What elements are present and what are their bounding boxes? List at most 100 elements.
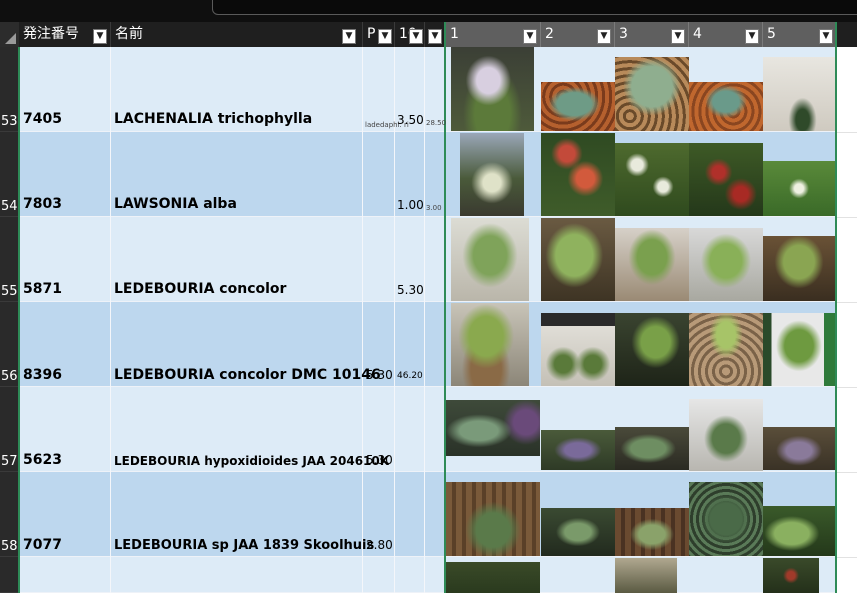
plant-photo[interactable]: [689, 399, 763, 471]
plant-photo[interactable]: [541, 430, 615, 470]
row-header[interactable]: [0, 557, 19, 593]
row-header[interactable]: 54: [0, 132, 19, 217]
order-number: 7803: [23, 196, 62, 212]
gridline: [837, 217, 857, 218]
plant-photo[interactable]: [763, 506, 835, 556]
gridline: [837, 387, 857, 388]
price-10: 5.30: [397, 283, 424, 297]
plant-photo[interactable]: [615, 228, 689, 301]
price-p: 5.30: [366, 453, 393, 467]
column-header-label: 4: [693, 26, 702, 42]
price-extra: 3.00: [426, 204, 442, 212]
gridline: [837, 472, 857, 473]
select-all-corner-icon[interactable]: [0, 22, 19, 47]
filter-dropdown-icon[interactable]: ▼: [342, 29, 356, 44]
row-header[interactable]: 58: [0, 472, 19, 557]
frozen-pane-border: [18, 47, 20, 593]
plant-photo[interactable]: [451, 303, 529, 386]
plant-photo[interactable]: [460, 133, 524, 216]
plant-photo[interactable]: [615, 508, 689, 556]
plant-name: LEDEBOURIA hypoxidioides JAA 204610K: [114, 454, 390, 468]
plant-photo[interactable]: [615, 313, 689, 386]
top-toolbar: [0, 0, 857, 22]
plant-photo[interactable]: [451, 47, 534, 131]
price-p: 2.80: [366, 538, 393, 552]
column-header-label: 3: [619, 26, 628, 42]
plant-name: LACHENALIA trichophylla: [114, 111, 313, 127]
column-header-label: 名前: [115, 26, 143, 42]
plant-photo[interactable]: [763, 558, 819, 593]
order-number: 5623: [23, 452, 62, 468]
plant-photo[interactable]: [689, 82, 763, 131]
column-header-label: 発注番号: [23, 26, 79, 42]
column-header-label: 5: [767, 26, 776, 42]
formula-bar[interactable]: [212, 0, 857, 15]
filter-dropdown-icon[interactable]: ▼: [428, 29, 442, 44]
filter-dropdown-icon[interactable]: ▼: [745, 29, 759, 44]
row-number: 56: [1, 369, 18, 384]
plant-photo[interactable]: [689, 313, 763, 386]
price-10: 1.00: [397, 198, 424, 212]
row-number: 57: [1, 454, 18, 469]
order-number: 7077: [23, 537, 62, 553]
row-header[interactable]: 53: [0, 47, 19, 132]
column-header-label: 1: [450, 26, 459, 42]
plant-photo[interactable]: [763, 236, 835, 301]
filter-dropdown-icon[interactable]: ▼: [671, 29, 685, 44]
plant-photo[interactable]: [615, 57, 689, 131]
price-p: 5.30: [366, 368, 393, 382]
plant-photo[interactable]: [541, 508, 615, 556]
plant-photo[interactable]: [763, 427, 835, 470]
plant-photo[interactable]: [689, 143, 763, 216]
row-header[interactable]: 56: [0, 302, 19, 387]
plant-photo[interactable]: [689, 228, 763, 301]
gridline: [110, 47, 111, 593]
column-header-label: P: [367, 26, 376, 42]
right-empty-pane: [837, 47, 857, 593]
price-10: 46.20: [397, 371, 423, 381]
filter-dropdown-icon[interactable]: ▼: [523, 29, 537, 44]
plant-photo[interactable]: [689, 482, 763, 556]
plant-name: LAWSONIA alba: [114, 196, 237, 212]
plant-photo[interactable]: [446, 400, 540, 456]
row-number: 54: [1, 199, 18, 214]
plant-photo[interactable]: [763, 313, 835, 386]
row-header[interactable]: 55: [0, 217, 19, 302]
order-number: 7405: [23, 111, 62, 127]
column-header-name[interactable]: 名前: [111, 22, 363, 47]
price-extra: 28.50: [426, 119, 447, 127]
plant-photo[interactable]: [763, 57, 835, 131]
plant-photo[interactable]: [541, 133, 615, 216]
plant-name: LEDEBOURIA concolor DMC 10146: [114, 367, 381, 383]
plant-name: LEDEBOURIA concolor: [114, 281, 287, 297]
plant-photo[interactable]: [615, 558, 677, 593]
order-number: 5871: [23, 281, 62, 297]
gridline: [424, 47, 425, 593]
gridline: [362, 47, 363, 593]
plant-photo[interactable]: [541, 82, 615, 131]
plant-photo[interactable]: [763, 161, 835, 216]
plant-photo[interactable]: [541, 313, 615, 386]
filter-dropdown-icon[interactable]: ▼: [819, 29, 833, 44]
row-header[interactable]: 57: [0, 387, 19, 472]
price-10: 3.50: [397, 113, 424, 127]
row-number: 53: [1, 114, 18, 129]
filter-dropdown-icon[interactable]: ▼: [378, 29, 392, 44]
plant-photo[interactable]: [615, 143, 689, 216]
filter-dropdown-icon[interactable]: ▼: [409, 29, 423, 44]
plant-name: LEDEBOURIA sp JAA 1839 Skoolhuis: [114, 538, 375, 553]
plant-photo[interactable]: [615, 427, 689, 470]
filter-dropdown-icon[interactable]: ▼: [93, 29, 107, 44]
plant-photo[interactable]: [446, 562, 540, 593]
row-number: 58: [1, 539, 18, 554]
plant-photo[interactable]: [541, 218, 615, 301]
plant-photo[interactable]: [446, 482, 540, 556]
order-number: 8396: [23, 367, 62, 383]
column-header-label: 2: [545, 26, 554, 42]
gridline: [837, 557, 857, 558]
gridline: [837, 132, 857, 133]
plant-photo[interactable]: [451, 218, 529, 301]
gridline: [837, 302, 857, 303]
filter-dropdown-icon[interactable]: ▼: [597, 29, 611, 44]
table-row[interactable]: [19, 557, 835, 593]
